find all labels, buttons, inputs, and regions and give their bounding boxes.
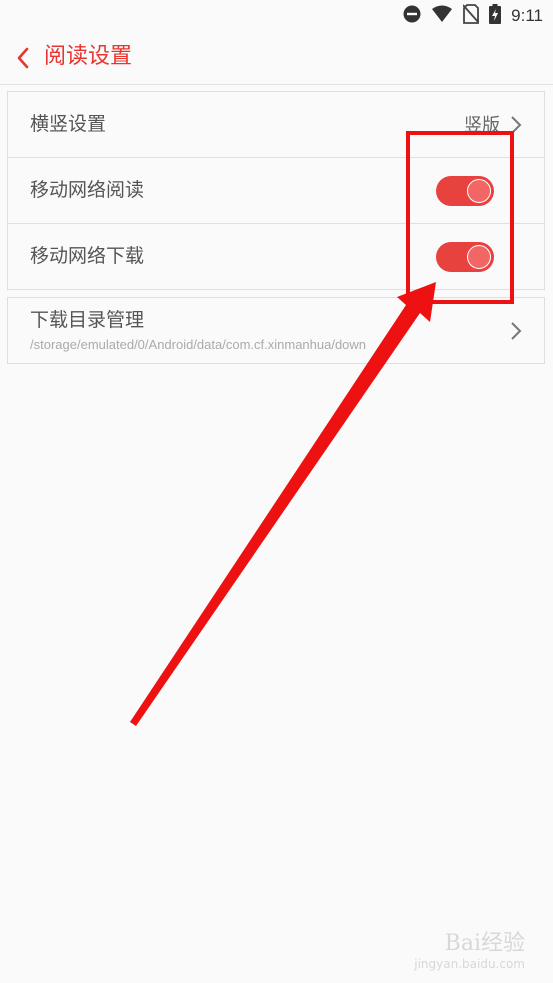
watermark-url: jingyan.baidu.com (414, 957, 525, 971)
watermark: Bai经验 jingyan.baidu.com (414, 925, 525, 971)
watermark-logo: Bai经验 (444, 931, 525, 956)
annotation-arrow (130, 282, 436, 726)
